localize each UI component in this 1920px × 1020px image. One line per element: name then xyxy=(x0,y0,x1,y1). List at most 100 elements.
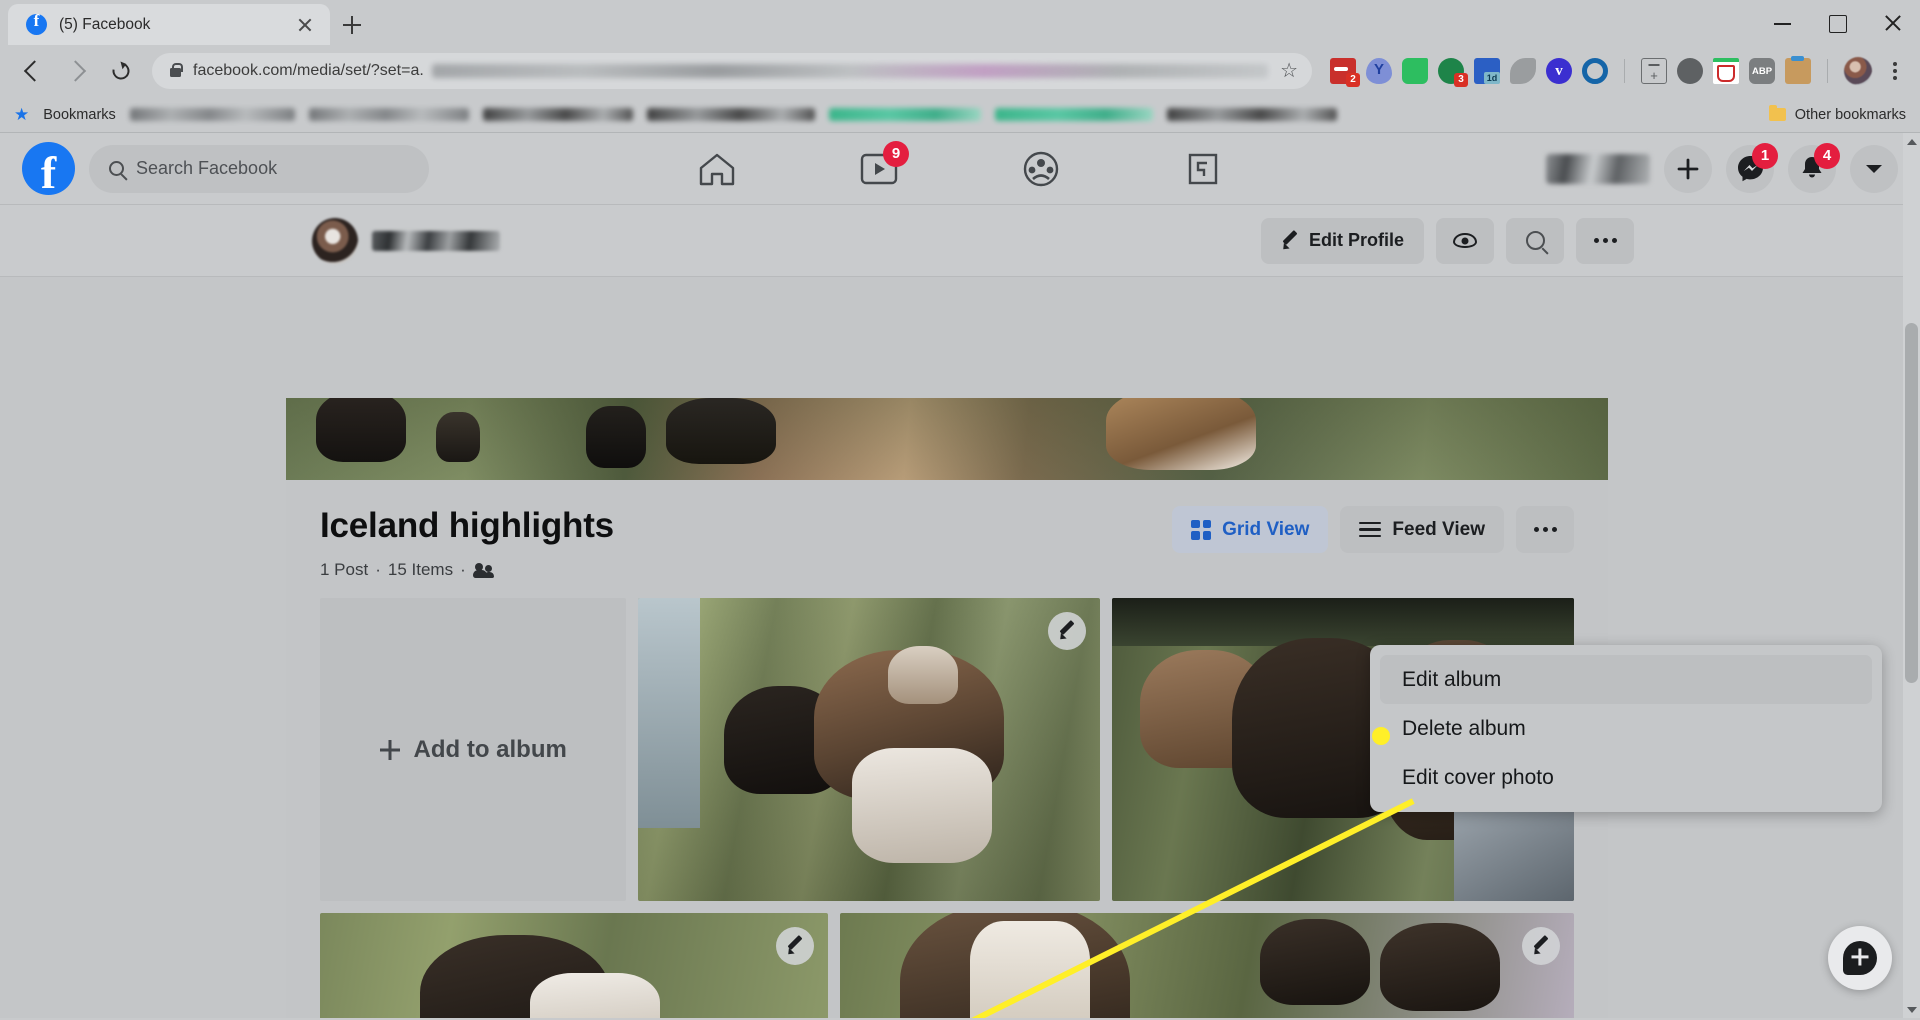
notifications-badge: 4 xyxy=(1814,142,1840,169)
bookmark-item[interactable] xyxy=(308,108,469,121)
bookmarks-bar: ★ Bookmarks Other bookmarks xyxy=(0,97,1920,133)
page-scrollbar[interactable] xyxy=(1903,133,1920,1018)
nav-gaming-button[interactable] xyxy=(1177,143,1229,195)
edit-profile-button[interactable]: Edit Profile xyxy=(1260,217,1424,264)
maximize-icon[interactable] xyxy=(1810,0,1865,45)
nav-groups-button[interactable] xyxy=(1015,143,1067,195)
close-icon[interactable] xyxy=(1865,0,1920,45)
profile-action-buttons: Edit Profile xyxy=(1260,217,1920,264)
browser-tab[interactable]: (5) Facebook xyxy=(8,4,330,45)
menu-item-edit-album[interactable]: Edit album xyxy=(1380,655,1872,704)
extension-evernote-icon[interactable] xyxy=(1402,58,1428,84)
facebook-favicon-icon xyxy=(26,11,47,35)
new-tab-button[interactable] xyxy=(330,4,374,45)
menu-item-delete-album[interactable]: Delete album xyxy=(1380,704,1872,753)
pencil-icon xyxy=(786,937,804,955)
extension-red-icon[interactable]: 2 xyxy=(1330,58,1360,87)
meta-separator: · xyxy=(460,560,466,579)
chevron-down-icon xyxy=(1866,164,1882,173)
nav-watch-button[interactable]: 9 xyxy=(853,140,909,195)
album-header: Iceland highlights 1 Post · 15 Items · G… xyxy=(286,480,1608,580)
forward-arrow-icon[interactable] xyxy=(56,50,98,92)
profile-more-button[interactable] xyxy=(1576,217,1634,264)
extension-download-icon[interactable]: + xyxy=(1641,58,1667,84)
extension-gray-pepper-icon[interactable] xyxy=(1510,58,1536,84)
add-to-album-tile[interactable]: Add to album xyxy=(320,598,627,901)
grid-view-button[interactable]: Grid View xyxy=(1172,506,1329,553)
reload-icon[interactable] xyxy=(100,50,142,92)
menu-item-edit-cover-photo[interactable]: Edit cover photo xyxy=(1380,753,1872,802)
photo-edit-button[interactable] xyxy=(1522,927,1560,965)
extension-vimeo-icon[interactable]: v xyxy=(1546,58,1572,84)
bookmark-item[interactable] xyxy=(646,108,815,121)
scroll-down-arrow[interactable] xyxy=(1903,1001,1920,1018)
account-menu-button[interactable] xyxy=(1850,144,1898,193)
photo-edit-button[interactable] xyxy=(1048,612,1087,650)
album-post-count: 1 Post xyxy=(320,560,369,579)
new-message-icon xyxy=(1843,941,1877,975)
address-bar[interactable]: facebook.com/media/set/?set=a. ☆ xyxy=(152,53,1312,89)
album-photo[interactable] xyxy=(320,913,828,1018)
other-bookmarks-button[interactable]: Other bookmarks xyxy=(1768,105,1906,123)
extension-y-icon[interactable]: Y xyxy=(1366,58,1392,84)
extension-badge: 2 xyxy=(1346,73,1360,87)
view-as-button[interactable] xyxy=(1436,217,1494,264)
lock-icon xyxy=(170,63,183,77)
gaming-icon xyxy=(1188,153,1218,184)
notifications-button[interactable]: 4 xyxy=(1788,142,1840,193)
toolbar-divider xyxy=(1827,59,1828,83)
pencil-icon xyxy=(1058,622,1076,640)
album-cover-photo[interactable] xyxy=(286,398,1608,480)
nav-home-button[interactable] xyxy=(691,143,743,195)
extension-o-blue-icon[interactable] xyxy=(1582,58,1608,84)
album-options-menu: Edit album Delete album Edit cover photo xyxy=(1370,645,1882,812)
annotation-endpoint-dot xyxy=(1372,727,1390,745)
bookmark-star-icon[interactable]: ☆ xyxy=(1280,61,1298,81)
cover-figure xyxy=(586,406,646,468)
album-meta: 1 Post · 15 Items · xyxy=(320,560,1574,580)
bookmark-item[interactable] xyxy=(482,108,633,121)
extension-blue-id-icon[interactable]: 1d xyxy=(1474,58,1500,84)
extension-malwarebytes-icon[interactable] xyxy=(1713,58,1739,84)
back-arrow-icon[interactable] xyxy=(12,50,54,92)
profile-search-button[interactable] xyxy=(1506,217,1564,264)
extension-gray-moon-icon[interactable] xyxy=(1677,58,1703,84)
minimize-icon[interactable] xyxy=(1755,0,1810,45)
facebook-account-actions: 1 4 xyxy=(1546,142,1898,193)
extension-box-icon[interactable] xyxy=(1785,56,1811,84)
album-photo[interactable] xyxy=(638,598,1101,901)
profile-name-redacted[interactable] xyxy=(1546,153,1650,184)
tab-title: (5) Facebook xyxy=(59,15,151,33)
profile-avatar[interactable] xyxy=(312,217,358,264)
pencil-icon xyxy=(1281,232,1299,250)
bookmarks-label[interactable]: Bookmarks xyxy=(43,107,116,123)
extension-green-circle-icon[interactable]: 3 xyxy=(1438,58,1468,87)
grid-view-label: Grid View xyxy=(1222,518,1310,540)
album-photo[interactable] xyxy=(839,913,1574,1018)
scrollbar-thumb[interactable] xyxy=(1905,323,1918,683)
grid-icon xyxy=(1191,519,1212,540)
more-horizontal-icon xyxy=(1593,238,1617,243)
create-button[interactable] xyxy=(1664,144,1712,193)
messenger-badge: 1 xyxy=(1752,142,1778,169)
photo-edit-button[interactable] xyxy=(775,927,814,965)
feed-view-label: Feed View xyxy=(1392,518,1485,540)
close-icon[interactable] xyxy=(294,14,316,36)
search-icon xyxy=(1525,231,1545,250)
groups-icon xyxy=(1023,151,1059,186)
scroll-up-arrow[interactable] xyxy=(1903,133,1920,150)
chrome-profile-avatar[interactable] xyxy=(1844,57,1872,85)
bookmark-item[interactable] xyxy=(129,108,295,121)
page-viewport: Search Facebook 9 xyxy=(0,133,1920,1018)
url-redacted-region xyxy=(431,64,1269,78)
album-item-count: 15 Items xyxy=(387,560,454,579)
chrome-menu-icon[interactable] xyxy=(1882,58,1908,84)
new-message-fab[interactable] xyxy=(1828,926,1892,990)
messenger-button[interactable]: 1 xyxy=(1726,142,1778,193)
feed-view-button[interactable]: Feed View xyxy=(1340,506,1504,553)
bookmark-item[interactable] xyxy=(994,108,1153,121)
bookmark-item[interactable] xyxy=(1166,108,1337,121)
bookmark-item[interactable] xyxy=(828,108,981,121)
extension-abp-icon[interactable]: ABP xyxy=(1749,58,1775,84)
album-more-button[interactable] xyxy=(1516,506,1574,553)
